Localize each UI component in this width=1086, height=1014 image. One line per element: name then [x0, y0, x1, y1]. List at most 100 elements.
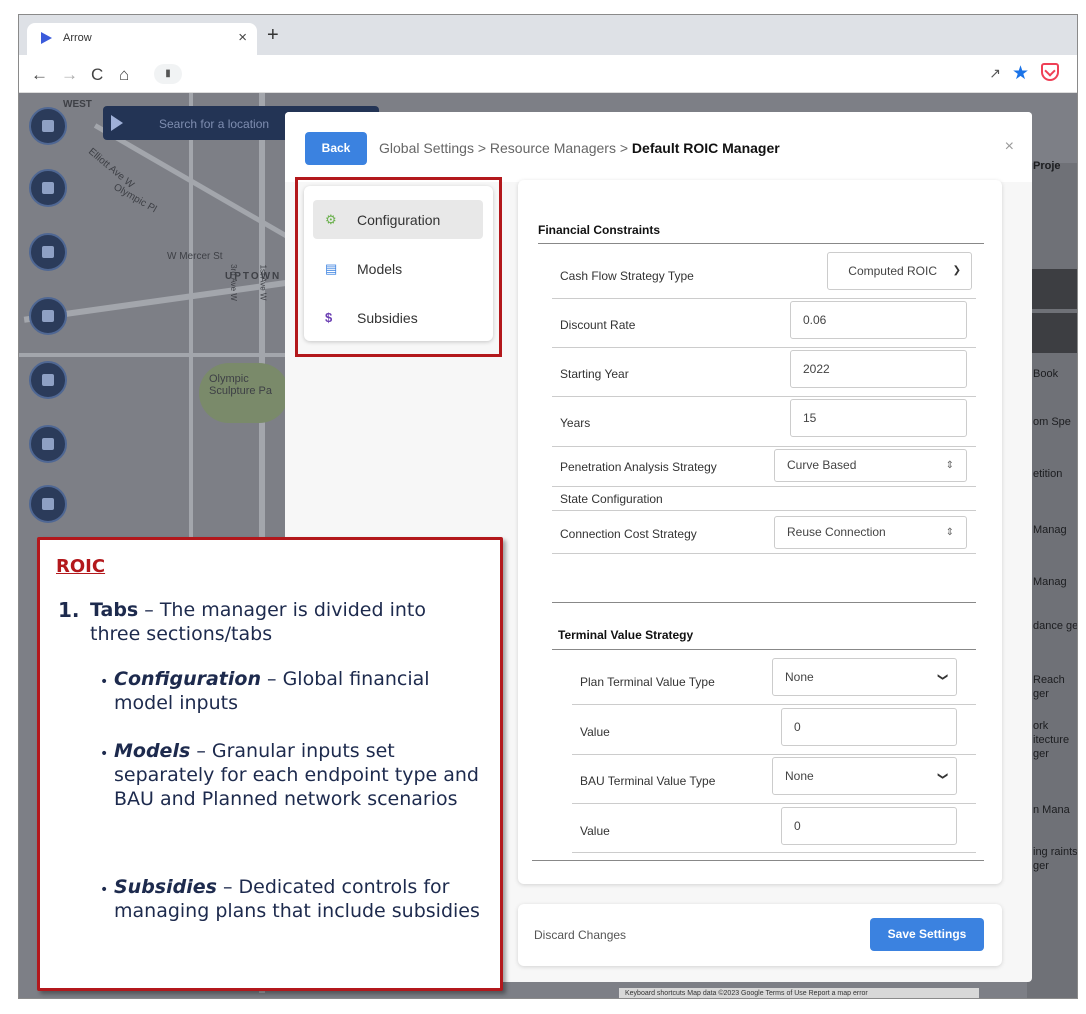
penetration-select[interactable]: Curve Based ⇕ [774, 449, 967, 482]
right-panel: Proje Book om Spe etition Manag Manag da… [1027, 160, 1077, 998]
forward-arrow-icon[interactable]: → [61, 65, 78, 85]
divider [552, 486, 976, 487]
lock-icon[interactable]: ▮ [154, 64, 182, 84]
hierarchy-icon[interactable] [29, 169, 67, 207]
divider [552, 347, 976, 348]
arrow-logo-icon [111, 115, 123, 131]
cash-flow-select[interactable]: Computed ROIC ❯ [827, 252, 972, 290]
right-panel-dark-row [1027, 313, 1077, 353]
plan-value-label: Value [580, 725, 610, 739]
right-panel-item[interactable]: n Mana [1033, 803, 1070, 817]
tab-bar: Arrow × + [19, 15, 1077, 55]
map-label: W Mercer St [167, 251, 223, 262]
right-panel-item[interactable]: ork itecture ger [1033, 719, 1077, 761]
connection-cost-value: Reuse Connection [787, 525, 886, 539]
breadcrumb: Global Settings > Resource Managers > De… [379, 140, 780, 156]
grid-icon[interactable] [29, 485, 67, 523]
polygon-icon[interactable] [29, 297, 67, 335]
divider [572, 754, 976, 755]
map-label: Elliott Ave W [86, 146, 136, 191]
chevron-down-icon: ❯ [936, 771, 948, 781]
road-icon[interactable] [29, 361, 67, 399]
tabs-highlight-box [295, 177, 502, 357]
divider [532, 860, 984, 861]
financial-constraints-title: Financial Constraints [538, 223, 661, 237]
updown-icon: ⇕ [945, 527, 954, 538]
right-panel-item[interactable]: om Spe [1033, 415, 1071, 429]
annotation-title: ROIC [56, 556, 106, 577]
map-label: Olympic Pl [111, 181, 159, 216]
updown-icon: ⇕ [945, 460, 954, 471]
back-arrow-icon[interactable]: ← [31, 65, 48, 85]
bullet-term: Models [114, 740, 191, 762]
building-icon[interactable] [29, 107, 67, 145]
bau-terminal-type-value: None [785, 769, 814, 783]
bullet-icon: • [100, 882, 109, 898]
configuration-panel: Financial Constraints Cash Flow Strategy… [518, 180, 1002, 884]
bau-terminal-type-select[interactable]: None ❯ [772, 757, 957, 795]
terminal-value-title: Terminal Value Strategy [558, 628, 694, 642]
save-settings-button[interactable]: Save Settings [870, 918, 984, 951]
right-panel-item[interactable]: Proje [1033, 159, 1061, 173]
bau-value-input[interactable]: 0 [781, 807, 957, 845]
map-attribution[interactable]: Keyboard shortcuts Map data ©2023 Google… [619, 988, 979, 998]
annotation-bullet: Configuration – Global financial model i… [114, 667, 484, 715]
right-panel-item[interactable]: etition [1033, 467, 1062, 481]
divider [552, 649, 976, 650]
share-icon[interactable]: ↗ [989, 65, 1001, 82]
map-label: 1st Ave W [258, 264, 268, 301]
right-panel-item[interactable]: Manag [1033, 575, 1067, 589]
right-panel-item[interactable]: ing raints ger [1033, 845, 1077, 873]
map-label: WEST [63, 99, 92, 110]
flag-icon[interactable] [29, 425, 67, 463]
divider [572, 704, 976, 705]
annotation-item-number: 1. [58, 598, 80, 622]
pocket-icon[interactable] [1041, 63, 1059, 81]
bullet-term: Subsidies [114, 876, 217, 898]
back-button[interactable]: Back [305, 132, 367, 165]
breadcrumb-path[interactable]: Global Settings > Resource Managers > [379, 140, 632, 156]
right-panel-item[interactable]: Book [1033, 367, 1058, 381]
right-panel-item[interactable]: dance ger [1033, 619, 1077, 633]
address-bar: ← → C ⌂ ▮ ↗ ★ [19, 55, 1077, 93]
home-icon[interactable]: ⌂ [119, 65, 129, 85]
plan-value-input[interactable]: 0 [781, 708, 957, 746]
starting-year-input[interactable]: 2022 [790, 350, 967, 388]
close-tab-icon[interactable]: × [238, 29, 247, 46]
modal-header: Back Global Settings > Resource Managers… [285, 112, 1032, 182]
discount-rate-input[interactable]: 0.06 [790, 301, 967, 339]
bau-terminal-type-label: BAU Terminal Value Type [580, 774, 716, 788]
browser-tab[interactable]: Arrow × [27, 23, 257, 55]
annotation-bullet: Models – Granular inputs set separately … [114, 739, 484, 811]
plan-terminal-type-select[interactable]: None ❯ [772, 658, 957, 696]
years-input[interactable]: 15 [790, 399, 967, 437]
bullet-term: Configuration [114, 668, 261, 690]
bau-value-label: Value [580, 824, 610, 838]
modal-footer: Discard Changes Save Settings [518, 904, 1002, 966]
bullet-icon: • [100, 746, 109, 762]
right-panel-item[interactable]: Reach ger [1033, 673, 1077, 701]
arrow-logo-icon [41, 32, 52, 44]
divider [552, 602, 976, 603]
reload-icon[interactable]: C [91, 65, 103, 85]
cash-flow-value: Computed ROIC [848, 264, 937, 278]
state-configuration-label[interactable]: State Configuration [560, 492, 663, 506]
divider [572, 852, 976, 853]
annotation-item-title: Tabs [90, 599, 139, 621]
close-icon[interactable]: × [1005, 138, 1014, 156]
right-panel-item[interactable]: Manag [1033, 523, 1067, 537]
new-tab-icon[interactable]: + [267, 24, 279, 47]
divider [552, 396, 976, 397]
cash-flow-label: Cash Flow Strategy Type [560, 269, 694, 283]
usb-icon[interactable] [29, 233, 67, 271]
starting-year-label: Starting Year [560, 367, 629, 381]
connection-cost-select[interactable]: Reuse Connection ⇕ [774, 516, 967, 549]
chevron-down-icon: ❯ [952, 265, 961, 276]
bookmark-star-icon[interactable]: ★ [1012, 62, 1029, 85]
right-panel-dark-row [1027, 269, 1077, 309]
annotation-item-text: – The manager is divided into three sect… [90, 599, 426, 645]
discard-changes-button[interactable]: Discard Changes [534, 928, 626, 942]
tab-title: Arrow [63, 32, 92, 44]
breadcrumb-current: Default ROIC Manager [631, 140, 780, 156]
chevron-down-icon: ❯ [936, 672, 948, 682]
